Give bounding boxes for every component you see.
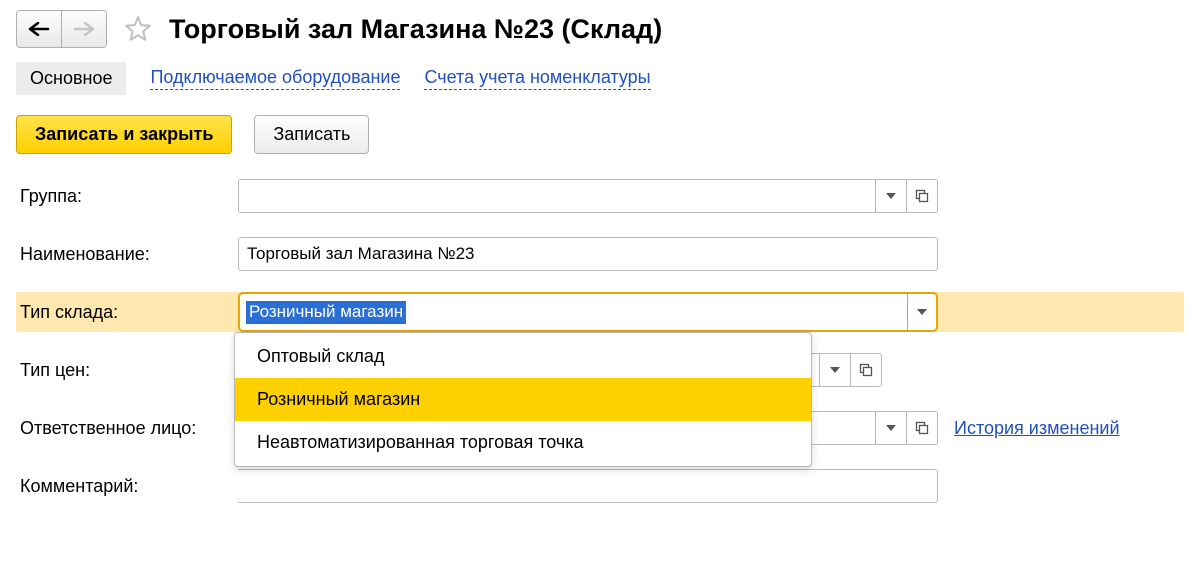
group-dropdown-button[interactable] xyxy=(876,179,907,213)
nav-buttons xyxy=(16,10,107,48)
comment-input[interactable] xyxy=(238,469,938,503)
price-type-dropdown-button[interactable] xyxy=(820,353,851,387)
warehouse-type-option[interactable]: Неавтоматизированная торговая точка xyxy=(235,421,811,464)
warehouse-type-select[interactable]: Розничный магазин xyxy=(238,292,938,332)
responsible-dropdown-button[interactable] xyxy=(876,411,907,445)
price-type-open-button[interactable] xyxy=(851,353,882,387)
warehouse-type-dropdown-list: Оптовый склад Розничный магазин Неавтома… xyxy=(234,332,812,467)
tab-main[interactable]: Основное xyxy=(16,62,126,95)
label-name: Наименование: xyxy=(16,244,238,265)
warehouse-type-option[interactable]: Оптовый склад xyxy=(235,335,811,378)
nav-forward-button xyxy=(61,11,106,47)
warehouse-type-option[interactable]: Розничный магазин xyxy=(235,378,811,421)
tab-equipment[interactable]: Подключаемое оборудование xyxy=(150,67,400,90)
responsible-open-button[interactable] xyxy=(907,411,938,445)
group-input[interactable] xyxy=(238,179,876,213)
nav-back-button[interactable] xyxy=(17,11,61,47)
group-open-button[interactable] xyxy=(907,179,938,213)
label-responsible: Ответственное лицо: xyxy=(16,418,238,439)
save-and-close-button[interactable]: Записать и закрыть xyxy=(16,115,232,154)
history-link[interactable]: История изменений xyxy=(954,418,1120,439)
page-title: Торговый зал Магазина №23 (Склад) xyxy=(169,14,662,45)
label-group: Группа: xyxy=(16,186,238,207)
warehouse-type-dropdown-button[interactable] xyxy=(907,294,936,330)
warehouse-type-selected-text: Розничный магазин xyxy=(246,301,406,324)
label-price-type: Тип цен: xyxy=(16,360,238,381)
favorite-star-icon[interactable] xyxy=(121,12,155,46)
label-comment: Комментарий: xyxy=(16,476,238,497)
label-warehouse-type: Тип склада: xyxy=(16,302,238,323)
name-input[interactable] xyxy=(238,237,938,271)
tab-accounts[interactable]: Счета учета номенклатуры xyxy=(424,67,650,90)
save-button[interactable]: Записать xyxy=(254,115,369,154)
